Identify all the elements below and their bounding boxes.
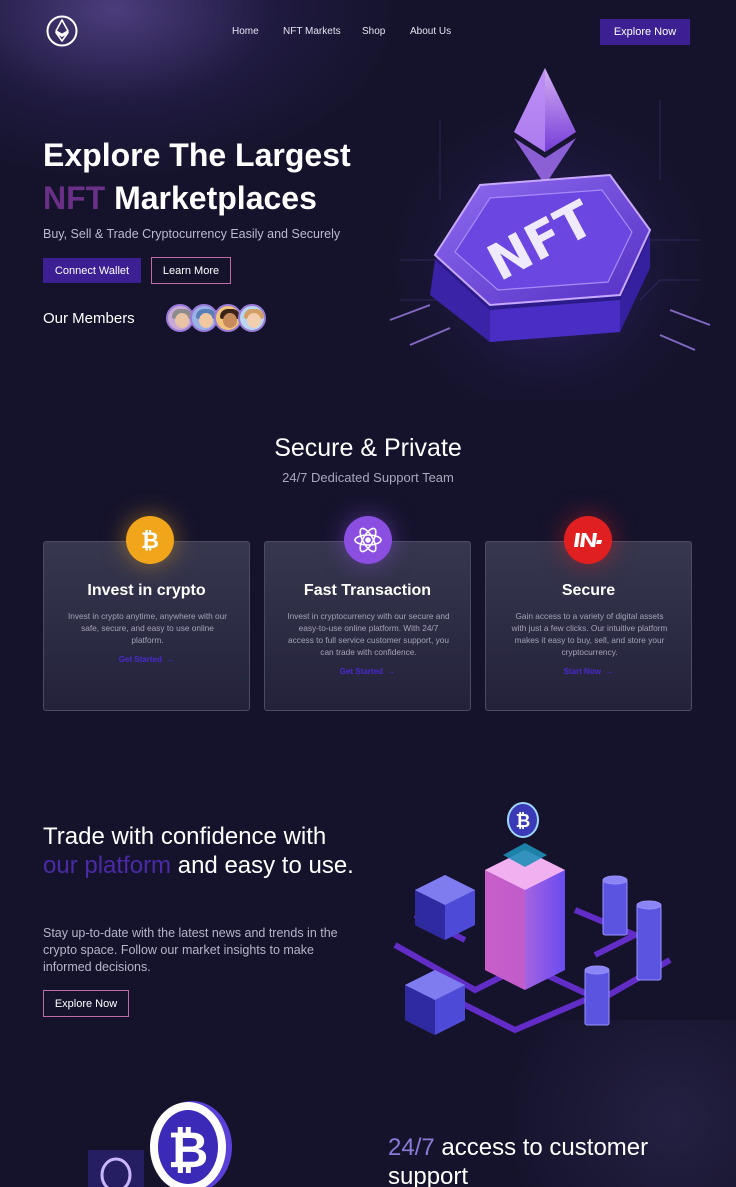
trade-title-part1: Trade with confidence with (43, 823, 327, 850)
svg-text:₿: ₿ (516, 811, 531, 832)
card-text: Invest in cryptocurrency with our secure… (287, 611, 450, 657)
get-started-link[interactable]: Get Started → (44, 655, 249, 664)
members-label: Our Members (43, 310, 135, 327)
nav-home[interactable]: Home (232, 26, 259, 37)
page: Home NFT Markets Shop About Us Explore N… (0, 0, 736, 1187)
svg-text:₿: ₿ (168, 1121, 209, 1179)
hero-title: Explore The Largest NFT Marketplaces (43, 134, 383, 220)
get-started-link[interactable]: Get Started → (265, 667, 470, 676)
ethereum-logo-icon[interactable] (46, 15, 78, 47)
trade-title: Trade with confidence with our platform … (43, 822, 363, 880)
feature-card-invest: Invest in crypto Invest in crypto anytim… (43, 541, 250, 711)
svg-text:₿: ₿ (141, 529, 159, 553)
trade-title-accent: our platform (43, 852, 172, 879)
crypto-city-illustration: ₿ (385, 795, 685, 1055)
explore-now-button[interactable]: Explore Now (43, 990, 129, 1017)
atom-icon (344, 516, 392, 564)
avatar[interactable] (238, 304, 266, 332)
section-subtitle: 24/7 Dedicated Support Team (282, 470, 454, 485)
card-title: Invest in crypto (87, 582, 206, 599)
feature-card-secure: Secure Gain access to a variety of digit… (485, 541, 692, 711)
nav-about-us[interactable]: About Us (410, 26, 451, 37)
connect-wallet-button[interactable]: Connect Wallet (43, 258, 141, 283)
bitcoin-coin-illustration: ₿ (80, 1095, 260, 1187)
support-title: 24/7 access to customer support (388, 1133, 708, 1187)
card-link-label: Start Now (563, 667, 601, 676)
nft-platform-illustration: NFT (380, 60, 720, 400)
hero-title-accent: NFT (43, 180, 106, 216)
card-title: Fast Transaction (303, 582, 432, 599)
card-link-label: Get Started (339, 667, 383, 676)
hero-title-rest: Marketplaces (105, 180, 317, 216)
bitcoin-icon: ₿ (126, 516, 174, 564)
card-link-label: Get Started (118, 655, 162, 664)
top-nav: Home NFT Markets Shop About Us Explore N… (0, 0, 736, 62)
nav-nft-markets[interactable]: NFT Markets (283, 26, 341, 37)
card-text: Gain access to a variety of digital asse… (511, 611, 668, 657)
section-title: Secure & Private (274, 434, 462, 462)
hero-title-line1: Explore The Largest (43, 137, 351, 173)
arrow-right-icon: → (164, 655, 175, 664)
explore-now-button[interactable]: Explore Now (600, 19, 690, 45)
trade-text: Stay up-to-date with the latest news and… (43, 926, 338, 974)
learn-more-button[interactable]: Learn More (151, 257, 231, 284)
arrow-right-icon: → (385, 667, 396, 676)
card-text: Invest in crypto anytime, anywhere with … (67, 611, 228, 645)
trade-title-part2: and easy to use. (171, 852, 354, 879)
secure-logo-icon (564, 516, 612, 564)
hero-subtitle: Buy, Sell & Trade Cryptocurrency Easily … (43, 227, 341, 241)
arrow-right-icon: → (603, 667, 614, 676)
nav-shop[interactable]: Shop (362, 26, 385, 37)
card-title: Secure (561, 582, 616, 599)
feature-card-transaction: Fast Transaction Invest in cryptocurrenc… (264, 541, 471, 711)
start-now-link[interactable]: Start Now → (486, 667, 691, 676)
support-title-accent: 24/7 (388, 1134, 435, 1161)
